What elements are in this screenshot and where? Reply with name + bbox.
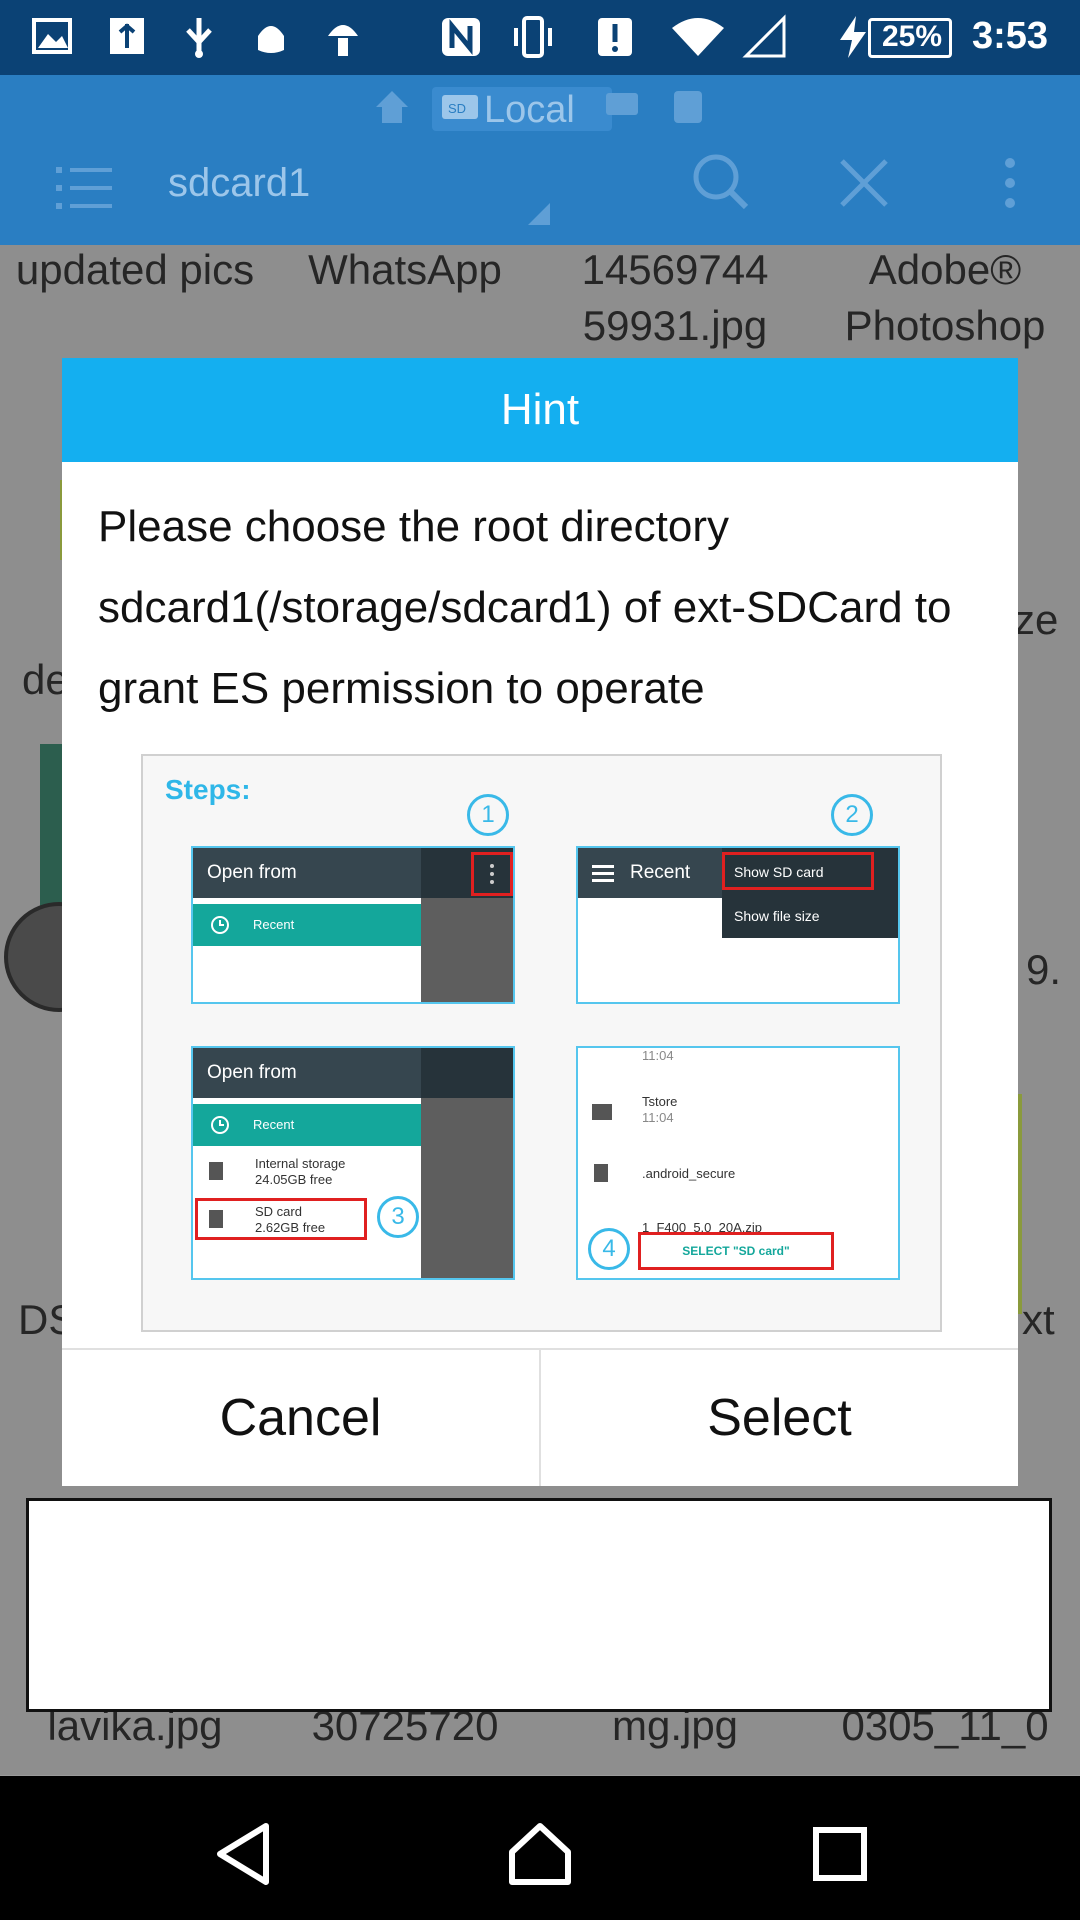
steps-title: Steps: <box>165 774 251 805</box>
app-header: SD Local sdcard1 <box>0 75 1080 245</box>
hint-dialog: Hint Please choose the root directory sd… <box>62 358 1018 1486</box>
dialog-title: Hint <box>62 358 1018 462</box>
vibrate-icon <box>514 16 552 58</box>
step-3-highlight <box>195 1198 367 1240</box>
photo-notification-icon <box>32 18 72 54</box>
dropdown-corner-icon <box>528 203 550 225</box>
step-2-menu-item: Show file size <box>734 908 820 924</box>
file-icon <box>594 1164 608 1182</box>
usb-icon <box>110 18 144 54</box>
folder-icon <box>592 1104 612 1120</box>
step-4-time: 11:04 <box>642 1110 674 1125</box>
grid-item-label: WhatsApp <box>308 246 502 293</box>
nfc-icon <box>442 18 480 56</box>
steps-illustration: Steps: 1 Open from Recent 2 Recent Show … <box>141 754 942 1332</box>
grid-item-label: Adobe® Photoshop <box>844 246 1046 349</box>
path-title[interactable]: sdcard1 <box>168 161 310 206</box>
step-3-storage1-free: 24.05GB free <box>255 1172 333 1187</box>
grid-item-label: updated pics <box>15 246 255 293</box>
hamburger-icon <box>592 865 614 882</box>
home-icon[interactable] <box>372 87 412 127</box>
step-4-folder: Tstore <box>642 1094 678 1109</box>
step-4-file: .android_secure <box>642 1166 736 1181</box>
step-number-2: 2 <box>831 794 873 836</box>
dialog-message: Please choose the root directory sdcard1… <box>98 502 952 713</box>
home-nav-icon[interactable] <box>508 1822 572 1886</box>
step-3-panel: Open from Recent Internal storage 24.05G… <box>191 1046 515 1280</box>
grid-item-label: ze <box>1014 596 1059 643</box>
back-icon[interactable] <box>214 1822 274 1886</box>
grid-item-label: xt <box>1022 1296 1055 1343</box>
menu-list-icon[interactable] <box>56 163 112 213</box>
android-icon <box>258 26 284 53</box>
more-vert-icon <box>490 864 494 884</box>
clock-icon <box>211 916 229 934</box>
folder-edge <box>1018 1094 1022 1314</box>
storage-icon <box>209 1162 223 1180</box>
wifi-icon <box>672 18 724 56</box>
select-button[interactable]: Select <box>541 1350 1018 1486</box>
svg-text:SD: SD <box>448 101 466 116</box>
step-number-3: 3 <box>377 1196 419 1238</box>
cancel-button[interactable]: Cancel <box>62 1350 539 1486</box>
battery-percent: 25% <box>882 20 943 53</box>
step-number-1: 1 <box>467 794 509 836</box>
alert-icon <box>598 18 632 56</box>
usb-debug-icon <box>186 18 212 58</box>
more-vert-icon[interactable] <box>996 155 1024 211</box>
search-icon[interactable] <box>690 151 750 211</box>
chat-icon[interactable] <box>604 91 640 125</box>
grid-item-label: 9. <box>1026 946 1062 993</box>
android-icon <box>328 25 358 56</box>
status-bar: 25% 3:53 <box>0 0 1080 75</box>
step-3-overlay-bar <box>421 1048 513 1098</box>
step-number-4: 4 <box>588 1228 630 1270</box>
close-icon[interactable] <box>838 157 890 209</box>
step-4-select-button: SELECT "SD card" <box>682 1244 790 1258</box>
step-4-panel: 11:04 Tstore 11:04 .android_secure 1_F40… <box>576 1046 900 1280</box>
step-3-storage1: Internal storage <box>255 1156 346 1171</box>
clock: 3:53 <box>972 15 1049 57</box>
signal-icon <box>742 14 786 58</box>
step-1-panel: Open from Recent <box>191 846 515 1004</box>
storage-icon[interactable] <box>670 87 706 127</box>
clock-icon <box>211 1116 229 1134</box>
ad-banner[interactable] <box>26 1498 1052 1712</box>
grid-item-label: 14569744 59931.jpg <box>581 246 769 349</box>
step-2-highlight <box>722 852 874 890</box>
step-4-time: 11:04 <box>642 1048 674 1063</box>
recents-icon[interactable] <box>812 1826 868 1882</box>
breadcrumb-local[interactable]: SD Local <box>432 87 612 131</box>
breadcrumb-label: Local <box>484 89 575 131</box>
step-2-panel: Recent Show SD card Show file size <box>576 846 900 1004</box>
sd-card-icon: SD <box>442 95 478 119</box>
